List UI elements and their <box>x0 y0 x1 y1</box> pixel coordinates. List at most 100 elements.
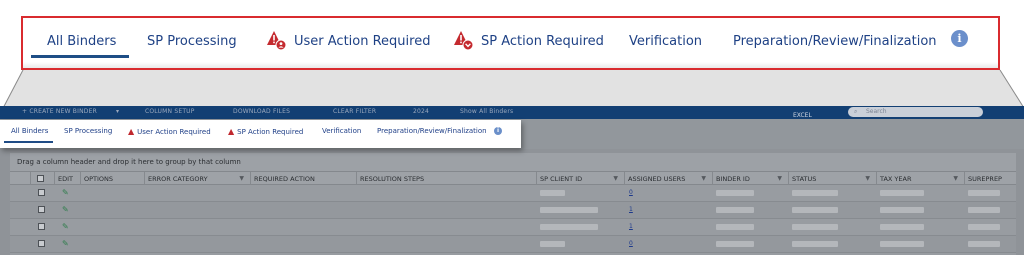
column-header-binder-id[interactable]: BINDER ID ▼ <box>712 172 788 185</box>
column-header-sureprep[interactable]: SUREPREP <box>964 172 1016 185</box>
row-checkbox[interactable] <box>38 189 45 196</box>
year-select[interactable]: 2024 <box>413 108 429 115</box>
tab-sp-processing[interactable]: SP Processing <box>147 30 237 52</box>
group-drop-zone[interactable]: Drag a column header and drop it here to… <box>10 153 1016 171</box>
tab-sp-processing-label: SP Processing <box>147 33 237 49</box>
show-all-binders-select[interactable]: Show All Binders <box>460 108 513 115</box>
tab-user-action-required[interactable]: User Action Required <box>266 30 430 52</box>
blurred-status <box>792 241 838 247</box>
column-header-required-action[interactable]: REQUIRED ACTION <box>250 172 356 185</box>
blurred-status <box>792 190 838 196</box>
column-header-resolution-steps[interactable]: RESOLUTION STEPS <box>356 172 536 185</box>
tab-sp-action-required[interactable]: SP Action Required <box>453 30 604 52</box>
column-header-assigned-users-label: ASSIGNED USERS <box>628 175 686 183</box>
assigned-users-link[interactable]: 1 <box>629 223 633 230</box>
mini-tab-prep-review-final[interactable]: Preparation/Review/Finalization <box>377 127 487 135</box>
active-tab-indicator <box>31 55 129 58</box>
column-header-edit[interactable]: EDIT <box>54 172 80 185</box>
row-checkbox[interactable] <box>38 206 45 213</box>
column-header-sp-client-id[interactable]: SP CLIENT ID ▼ <box>536 172 624 185</box>
column-header-options[interactable]: OPTIONS <box>80 172 144 185</box>
warning-user-icon <box>267 31 287 51</box>
blurred-sp-client-id <box>540 207 598 213</box>
tab-user-action-required-label: User Action Required <box>294 33 431 49</box>
blurred-tax-year <box>880 241 924 247</box>
blurred-binder-id <box>716 190 754 196</box>
column-header-status[interactable]: STATUS ▼ <box>788 172 876 185</box>
screenshot-root: + CREATE NEW BINDER ▾ COLUMN SETUP DOWNL… <box>0 0 1024 255</box>
warning-chevron-icon <box>454 31 474 51</box>
search-icon: ⌕ <box>854 108 858 115</box>
column-header-sp-client-id-label: SP CLIENT ID <box>540 175 583 183</box>
blurred-binder-id <box>716 224 754 230</box>
table-row[interactable]: ✎ 1 <box>10 202 1016 219</box>
zoom-callout: All Binders SP Processing User Action Re… <box>21 16 1000 70</box>
column-setup-button[interactable]: COLUMN SETUP <box>145 108 195 115</box>
mini-tab-strip: All Binders SP Processing ▲ User Action R… <box>0 120 521 148</box>
blurred-binder-id <box>716 207 754 213</box>
pencil-icon[interactable]: ✎ <box>62 188 69 197</box>
clear-filter-button[interactable]: CLEAR FILTER <box>333 108 376 115</box>
filter-icon[interactable]: ▼ <box>701 175 706 182</box>
zoom-tab-strip: All Binders SP Processing User Action Re… <box>23 18 998 68</box>
table-row[interactable]: ✎ 0 <box>10 185 1016 202</box>
blurred-sp-client-id <box>540 190 565 196</box>
info-icon[interactable]: i <box>494 127 502 135</box>
mini-active-tab-indicator <box>4 141 53 143</box>
warning-icon: ▲ <box>128 127 135 136</box>
filter-icon[interactable]: ▼ <box>865 175 870 182</box>
tab-verification[interactable]: Verification <box>629 30 702 52</box>
tab-sp-action-required-label: SP Action Required <box>481 33 604 49</box>
blurred-status <box>792 224 838 230</box>
tab-all-binders[interactable]: All Binders <box>47 30 116 52</box>
mini-tab-all-binders[interactable]: All Binders <box>11 127 48 135</box>
blurred-tax-year <box>880 190 924 196</box>
blurred-sureprep <box>968 190 1000 196</box>
column-header-error-category[interactable]: ERROR CATEGORY ▼ <box>144 172 250 185</box>
blurred-sureprep <box>968 207 1000 213</box>
tab-verification-label: Verification <box>629 33 703 49</box>
column-header-assigned-users[interactable]: ASSIGNED USERS ▼ <box>624 172 712 185</box>
assigned-users-link[interactable]: 0 <box>629 189 633 196</box>
column-header-tax-year-label: TAX YEAR <box>880 175 912 183</box>
tab-prep-review-final[interactable]: Preparation/Review/Finalization <box>733 30 937 52</box>
assigned-users-link[interactable]: 0 <box>629 240 633 247</box>
assigned-users-link[interactable]: 1 <box>629 206 633 213</box>
binders-grid: Drag a column header and drop it here to… <box>10 153 1016 255</box>
mini-tab-verification[interactable]: Verification <box>322 127 361 135</box>
download-files-button[interactable]: DOWNLOAD FILES <box>233 108 290 115</box>
mini-tab-user-action-required[interactable]: ▲ User Action Required <box>128 127 211 136</box>
select-all-header[interactable] <box>30 172 54 185</box>
info-icon[interactable]: i <box>951 30 968 47</box>
search-input[interactable]: ⌕ Search <box>848 107 983 117</box>
filter-icon[interactable]: ▼ <box>777 175 782 182</box>
warning-icon: ▲ <box>228 127 235 136</box>
column-header-binder-id-label: BINDER ID <box>716 175 750 183</box>
row-checkbox[interactable] <box>38 223 45 230</box>
pencil-icon[interactable]: ✎ <box>62 205 69 214</box>
pencil-icon[interactable]: ✎ <box>62 239 69 248</box>
select-all-checkbox[interactable] <box>37 175 44 182</box>
tab-all-binders-label: All Binders <box>47 33 117 49</box>
filter-icon[interactable]: ▼ <box>613 175 618 182</box>
mini-tab-sp-action-required-label: SP Action Required <box>237 128 304 136</box>
blurred-tax-year <box>880 207 924 213</box>
table-row[interactable]: ✎ 0 <box>10 236 1016 253</box>
pencil-icon[interactable]: ✎ <box>62 222 69 231</box>
mini-tab-sp-action-required[interactable]: ▲ SP Action Required <box>228 127 303 136</box>
mini-tab-user-action-required-label: User Action Required <box>137 128 211 136</box>
create-new-binder-button[interactable]: + CREATE NEW BINDER <box>22 108 97 115</box>
excel-button[interactable]: EXCEL <box>793 112 812 119</box>
column-header-tax-year[interactable]: TAX YEAR ▼ <box>876 172 964 185</box>
callout-bottom-shade <box>23 62 998 68</box>
blurred-sureprep <box>968 241 1000 247</box>
blurred-status <box>792 207 838 213</box>
filter-icon[interactable]: ▼ <box>239 175 244 182</box>
filter-icon[interactable]: ▼ <box>953 175 958 182</box>
mini-tab-sp-processing[interactable]: SP Processing <box>64 127 112 135</box>
column-header-status-label: STATUS <box>792 175 817 183</box>
column-header-error-category-label: ERROR CATEGORY <box>148 175 208 183</box>
table-row[interactable]: ✎ 1 <box>10 219 1016 236</box>
row-checkbox[interactable] <box>38 240 45 247</box>
blurred-tax-year <box>880 224 924 230</box>
